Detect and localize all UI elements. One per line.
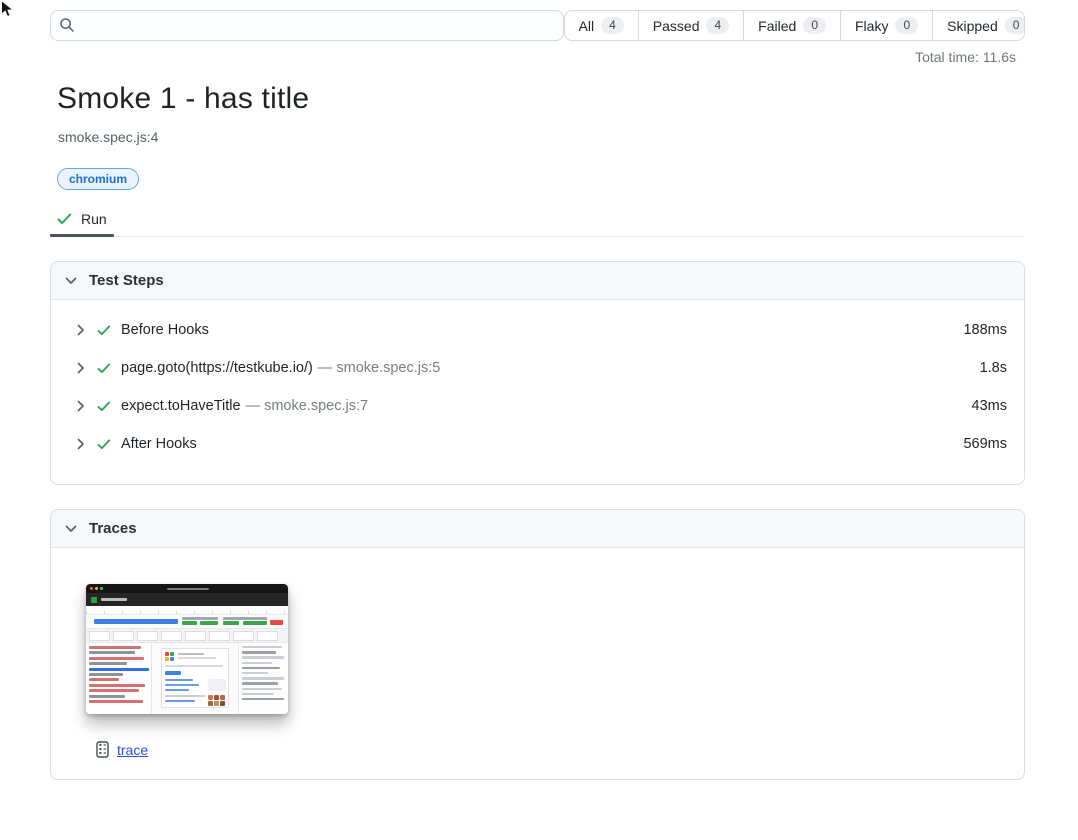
test-steps-panel: Test Steps Before Hooks 188ms — [50, 261, 1025, 485]
filter-count-flaky: 0 — [895, 17, 918, 34]
filter-count-passed: 4 — [706, 17, 729, 34]
check-icon — [97, 401, 111, 412]
step-duration: 1.8s — [980, 360, 1007, 376]
check-icon — [57, 213, 72, 225]
trace-link-row: trace — [96, 741, 1024, 758]
trace-thumbnail[interactable] — [86, 584, 288, 714]
total-time: Total time: 11.6s — [915, 49, 1016, 65]
tab-run-label: Run — [81, 211, 107, 227]
check-icon — [97, 325, 111, 336]
chevron-right-icon — [77, 362, 85, 374]
page-title: Smoke 1 - has title — [57, 82, 309, 116]
step-duration: 188ms — [963, 322, 1007, 338]
mouse-cursor-icon — [0, 0, 18, 20]
test-steps-body: Before Hooks 188ms page.goto(https://tes… — [51, 300, 1024, 463]
filter-count-skipped: 0 — [1005, 17, 1025, 34]
thumb-page-preview — [152, 643, 238, 714]
chevron-right-icon — [77, 438, 85, 450]
search-box — [50, 10, 564, 41]
test-file-location: smoke.spec.js:4 — [58, 129, 158, 145]
thumb-filmstrip — [86, 628, 288, 643]
project-badge-chromium[interactable]: chromium — [57, 168, 139, 190]
check-icon — [97, 363, 111, 374]
step-row-page-goto[interactable]: page.goto(https://testkube.io/) — smoke.… — [51, 349, 1024, 387]
chevron-down-icon — [65, 277, 77, 285]
filter-tab-passed[interactable]: Passed 4 — [638, 11, 743, 40]
step-duration: 43ms — [972, 398, 1007, 414]
chevron-right-icon — [77, 324, 85, 336]
step-row-after-hooks[interactable]: After Hooks 569ms — [51, 425, 1024, 463]
trace-file-icon — [96, 741, 109, 758]
traces-title: Traces — [89, 520, 137, 537]
traces-body: trace — [51, 548, 1024, 758]
search-icon — [59, 17, 75, 33]
search-input[interactable] — [50, 10, 564, 41]
active-tab-underline — [50, 234, 114, 237]
filter-tabs: All 4 Passed 4 Failed 0 Flaky 0 Skipped … — [564, 10, 1025, 41]
check-icon — [97, 439, 111, 450]
traces-header[interactable]: Traces — [51, 510, 1024, 548]
step-duration: 569ms — [963, 436, 1007, 452]
trace-link[interactable]: trace — [117, 742, 148, 758]
thumb-titlebar — [86, 584, 288, 593]
filter-tab-skipped[interactable]: Skipped 0 — [932, 11, 1025, 40]
tabs-divider — [50, 236, 1025, 237]
step-row-expect-tohavetitle[interactable]: expect.toHaveTitle — smoke.spec.js:7 43m… — [51, 387, 1024, 425]
filter-tab-flaky[interactable]: Flaky 0 — [840, 11, 932, 40]
traces-panel: Traces — [50, 509, 1025, 780]
filter-tab-failed[interactable]: Failed 0 — [743, 11, 840, 40]
tab-run[interactable]: Run — [50, 202, 114, 236]
filter-tab-all[interactable]: All 4 — [565, 11, 638, 40]
top-bar: All 4 Passed 4 Failed 0 Flaky 0 Skipped … — [50, 10, 1025, 41]
step-row-before-hooks[interactable]: Before Hooks 188ms — [51, 311, 1024, 349]
thumb-actions-list — [86, 643, 152, 714]
filter-count-all: 4 — [601, 17, 624, 34]
test-steps-title: Test Steps — [89, 272, 164, 289]
playwright-report-page: All 4 Passed 4 Failed 0 Flaky 0 Skipped … — [0, 0, 1078, 840]
chevron-down-icon — [65, 525, 77, 533]
thumb-ruler — [86, 606, 288, 615]
chevron-right-icon — [77, 400, 85, 412]
thumb-body — [86, 643, 288, 714]
thumb-log-panel — [238, 643, 288, 714]
thumb-timeline — [86, 615, 288, 628]
filter-count-failed: 0 — [803, 17, 826, 34]
test-steps-header[interactable]: Test Steps — [51, 262, 1024, 300]
